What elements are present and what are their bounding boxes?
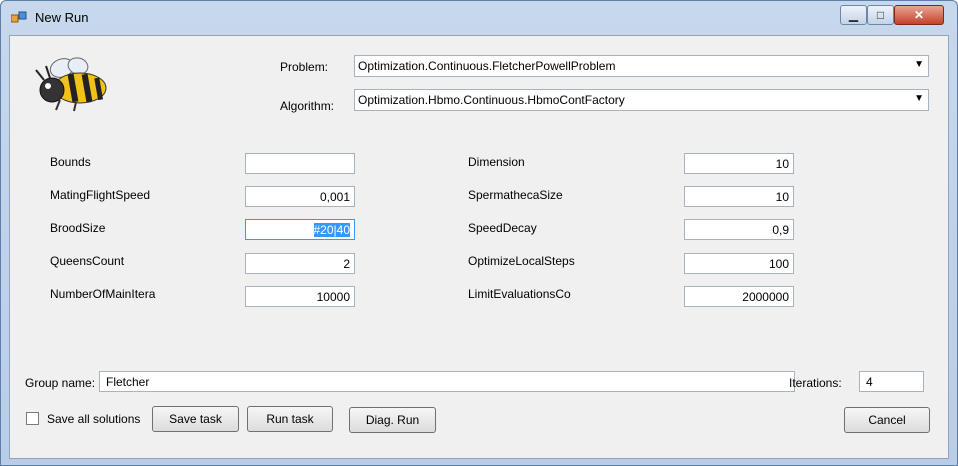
group-name-input[interactable]: Fletcher bbox=[99, 371, 795, 392]
window-title: New Run bbox=[35, 10, 89, 25]
group-name-value: Fletcher bbox=[106, 375, 150, 389]
group-name-label: Group name: bbox=[25, 376, 96, 390]
param-label-limit-evaluations-co: LimitEvaluationsCo bbox=[468, 287, 571, 301]
param-label-bounds: Bounds bbox=[50, 155, 91, 169]
param-input-speed-decay[interactable]: 0,9 bbox=[684, 219, 794, 240]
close-button[interactable]: ✕ bbox=[894, 5, 944, 25]
save-all-solutions-label: Save all solutions bbox=[47, 412, 141, 426]
problem-select[interactable]: Optimization.Continuous.FletcherPowellPr… bbox=[354, 55, 929, 77]
iterations-label: Iterations: bbox=[789, 376, 842, 390]
param-input-brood-size[interactable]: #20|40 bbox=[245, 219, 355, 240]
algorithm-label: Algorithm: bbox=[280, 99, 335, 113]
param-input-bounds[interactable] bbox=[245, 153, 355, 174]
bee-logo-icon bbox=[35, 57, 107, 112]
maximize-button[interactable]: □ bbox=[867, 5, 894, 25]
param-value: 0,9 bbox=[772, 223, 789, 237]
param-value: #20|40 bbox=[313, 223, 350, 237]
param-value: 10 bbox=[775, 157, 789, 171]
param-value: 0,001 bbox=[319, 190, 350, 204]
param-value: 10 bbox=[775, 190, 789, 204]
param-label-brood-size: BroodSize bbox=[50, 221, 106, 235]
param-value: 10000 bbox=[316, 290, 350, 304]
minimize-button[interactable]: ▁ bbox=[840, 5, 867, 25]
save-task-button[interactable]: Save task bbox=[152, 406, 239, 432]
iterations-input[interactable]: 4 bbox=[859, 371, 924, 392]
problem-label: Problem: bbox=[280, 60, 329, 74]
save-all-solutions-checkbox[interactable] bbox=[26, 412, 39, 425]
param-input-queens-count[interactable]: 2 bbox=[245, 253, 355, 274]
diag-run-button[interactable]: Diag. Run bbox=[349, 407, 436, 433]
param-label-mating-flight-speed: MatingFlightSpeed bbox=[50, 188, 151, 202]
app-window-icon bbox=[11, 11, 27, 23]
param-label-speed-decay: SpeedDecay bbox=[468, 221, 537, 235]
algorithm-select[interactable]: Optimization.Hbmo.Continuous.HbmoContFac… bbox=[354, 89, 929, 111]
param-label-optimize-local-steps: OptimizeLocalSteps bbox=[468, 254, 575, 268]
run-task-button[interactable]: Run task bbox=[247, 406, 333, 432]
param-value: 2000000 bbox=[742, 290, 789, 304]
param-value: 100 bbox=[768, 257, 789, 271]
iterations-value: 4 bbox=[866, 375, 873, 389]
param-input-limit-evaluations-co[interactable]: 2000000 bbox=[684, 286, 794, 307]
chevron-down-icon[interactable]: ▼ bbox=[914, 59, 924, 70]
param-input-number-of-main-itera[interactable]: 10000 bbox=[245, 286, 355, 307]
chevron-down-icon[interactable]: ▼ bbox=[914, 93, 924, 104]
algorithm-value: Optimization.Hbmo.Continuous.HbmoContFac… bbox=[358, 93, 625, 107]
param-input-optimize-local-steps[interactable]: 100 bbox=[684, 253, 794, 274]
param-value: 2 bbox=[343, 257, 350, 271]
param-label-dimension: Dimension bbox=[468, 155, 525, 169]
param-input-mating-flight-speed[interactable]: 0,001 bbox=[245, 186, 355, 207]
param-label-number-of-main-itera: NumberOfMainItera bbox=[50, 287, 156, 301]
cancel-button[interactable]: Cancel bbox=[844, 407, 930, 433]
param-input-dimension[interactable]: 10 bbox=[684, 153, 794, 174]
param-label-spermatheca-size: SpermathecaSize bbox=[468, 188, 563, 202]
new-run-window: New Run ▁ □ ✕ Problem: Optimization.Cont… bbox=[0, 0, 958, 466]
title-bar[interactable]: New Run ▁ □ ✕ bbox=[1, 1, 957, 35]
problem-value: Optimization.Continuous.FletcherPowellPr… bbox=[358, 59, 616, 73]
dialog-body: Problem: Optimization.Continuous.Fletche… bbox=[9, 35, 949, 459]
param-input-spermatheca-size[interactable]: 10 bbox=[684, 186, 794, 207]
param-label-queens-count: QueensCount bbox=[50, 254, 125, 268]
